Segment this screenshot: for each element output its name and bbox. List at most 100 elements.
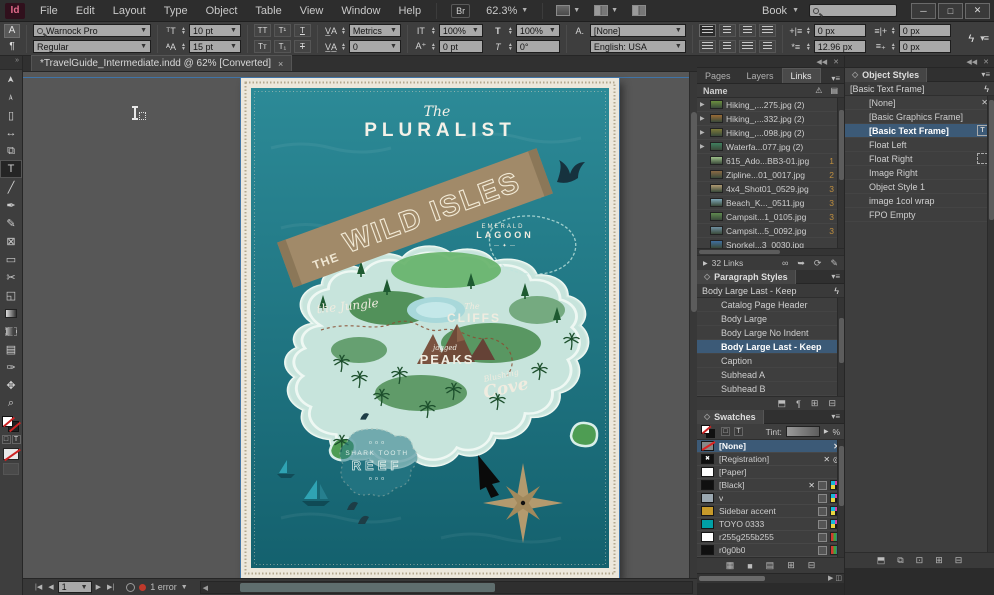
document-close-icon[interactable]: ×	[278, 59, 283, 69]
content-collector-tool[interactable]: ⧉	[0, 142, 22, 160]
tracking-field[interactable]: 0 ▼	[349, 40, 401, 53]
menu-help[interactable]: Help	[389, 2, 430, 20]
expand-icon[interactable]: ▶	[700, 129, 707, 136]
vertical-scale-field[interactable]: 100% ▼	[439, 24, 483, 37]
swatch-black[interactable]: [Black]✕	[697, 479, 844, 492]
menu-view[interactable]: View	[291, 2, 333, 20]
workspace-switcher[interactable]: Book ▼	[752, 5, 809, 17]
menu-window[interactable]: Window	[332, 2, 389, 20]
horizontal-scale-stepper[interactable]: ▲▼	[508, 27, 513, 35]
link-row-4x4-shot01-0529-jpg[interactable]: 4x4_Shot01_0529.jpg3	[697, 182, 844, 196]
tools-panel-collapse[interactable]: »	[0, 56, 22, 70]
paragraph-style-catalog-page-header[interactable]: Catalog Page Header	[697, 298, 844, 312]
formatting-affects-text-button[interactable]: T	[12, 435, 21, 444]
expand-icon[interactable]: ▶	[700, 143, 707, 150]
pencil-tool[interactable]: ✎	[0, 214, 22, 232]
language-field[interactable]: English: USA ▼	[590, 40, 686, 53]
justify-all-button[interactable]	[739, 40, 756, 53]
swatch-r255g255b255[interactable]: r255g255b255	[697, 531, 844, 544]
clear-overrides-icon[interactable]: ⧉	[897, 555, 903, 566]
object-style-image-right[interactable]: Image Right	[845, 166, 994, 180]
indent-last-line-field[interactable]: 0 px	[899, 40, 951, 53]
link-row-hiking-332-jpg-2[interactable]: ▶Hiking_,...332.jpg (2)	[697, 112, 844, 126]
kerning-field[interactable]: Metrics ▼	[349, 24, 401, 37]
new-swatch-icon[interactable]: ⊞	[787, 560, 795, 571]
paragraph-style-body-large-no-indent[interactable]: Body Large No Indent	[697, 326, 844, 340]
link-row-hiking-275-jpg-2[interactable]: ▶Hiking_,...275.jpg (2)	[697, 98, 844, 112]
gradient-swatch-tool[interactable]	[0, 304, 22, 322]
tab-pages[interactable]: Pages	[697, 69, 739, 83]
swatches-header[interactable]: ◇Swatches ▾≡	[697, 410, 844, 424]
links-scrollbar[interactable]	[837, 98, 844, 248]
align-right-button[interactable]	[739, 24, 756, 37]
preflight-status[interactable]: 1 error ▼	[126, 582, 187, 592]
direct-selection-tool[interactable]: ➢	[0, 88, 22, 106]
style-group-icon[interactable]: ⬒	[877, 555, 886, 566]
menu-file[interactable]: File	[31, 2, 67, 20]
fill-stroke-proxy[interactable]	[701, 425, 717, 439]
small-caps-button[interactable]: Tᴛ	[254, 40, 271, 53]
page-number-field[interactable]: 1 ▼	[58, 581, 92, 593]
formatting-affects-container-button[interactable]: □	[721, 427, 730, 436]
tab-links[interactable]: Links	[782, 68, 821, 83]
paragraph-style-caption[interactable]: Caption	[697, 354, 844, 368]
object-style-object-style-1[interactable]: Object Style 1	[845, 180, 994, 194]
swatch-registration[interactable]: [Registration]✕◎	[697, 453, 844, 466]
document-tab[interactable]: *TravelGuide_Intermediate.indd @ 62% [Co…	[31, 55, 292, 71]
object-style-fpo-empty[interactable]: FPO Empty	[845, 208, 994, 222]
hand-tool[interactable]: ✥	[0, 376, 22, 394]
clear-attributes-icon[interactable]: ⊡	[916, 555, 924, 566]
swatch-paper[interactable]: [Paper]	[697, 466, 844, 479]
document-page[interactable]: The PLURALIST THE WILD ISLES the Jungle	[241, 78, 619, 578]
justify-last-right-button[interactable]	[719, 40, 736, 53]
swatches-scrollbar[interactable]	[837, 440, 844, 557]
relink-icon[interactable]: ∞	[782, 258, 788, 268]
link-row-snorkel-3-0030-jpg[interactable]: Snorkel...3_0030.jpg	[697, 238, 844, 248]
links-horizontal-scrollbar[interactable]	[697, 248, 844, 255]
links-count[interactable]: ▶ 32 Links	[703, 258, 743, 268]
swatch-sidebar-accent[interactable]: Sidebar accent	[697, 505, 844, 518]
indent-left-field[interactable]: 0 px	[814, 24, 866, 37]
fill-swatch-none[interactable]	[2, 416, 13, 427]
indent-right-field[interactable]: 0 px	[899, 24, 951, 37]
quick-apply-icon[interactable]: ϟ	[962, 33, 980, 45]
search-input[interactable]	[809, 4, 897, 17]
panel-menu-icon[interactable]: ▾≡	[980, 33, 994, 44]
scroll-left-icon[interactable]: ◀	[203, 584, 208, 592]
fill-stroke-control[interactable]	[2, 416, 20, 432]
character-style-field[interactable]: [None] ▼	[590, 24, 686, 37]
scrollbar-thumb[interactable]	[989, 100, 994, 220]
panel-menu-icon[interactable]: ▾≡	[827, 412, 844, 421]
view-options-dropdown[interactable]: ▼	[549, 5, 587, 16]
close-panel-icon[interactable]: ✕	[983, 58, 989, 66]
menu-object[interactable]: Object	[197, 2, 247, 20]
align-left-button[interactable]	[699, 24, 716, 37]
delete-swatch-icon[interactable]: ⊟	[808, 560, 816, 571]
delete-style-icon[interactable]: ⊟	[828, 398, 836, 409]
menu-table[interactable]: Table	[246, 2, 290, 20]
font-style-field[interactable]: Regular ▼	[33, 40, 151, 53]
style-group-icon[interactable]: ⬒	[778, 398, 787, 409]
first-page-button[interactable]: |◀	[33, 583, 44, 591]
page-tool[interactable]: ▯	[0, 106, 22, 124]
indent-left-stepper[interactable]: ▲▼	[806, 27, 811, 35]
rectangle-tool[interactable]: ▭	[0, 250, 22, 268]
next-page-button[interactable]: ▶	[94, 583, 103, 591]
bridge-button[interactable]: Br	[451, 4, 470, 18]
zoom-level-dropdown[interactable]: 62.3% ▼	[478, 5, 536, 17]
baseline-shift-field[interactable]: 0 pt	[439, 40, 483, 53]
align-towards-spine-button[interactable]	[759, 40, 776, 53]
pen-tool[interactable]: ✒	[0, 196, 22, 214]
object-style-float-right[interactable]: Float Right	[845, 152, 994, 166]
maximize-button[interactable]: □	[938, 3, 963, 19]
paragraph-style-body-large-last-keep[interactable]: Body Large Last - Keep	[697, 340, 844, 354]
horizontal-scale-field[interactable]: 100% ▼	[516, 24, 560, 37]
leading-stepper[interactable]: ▲▼	[181, 43, 186, 51]
canvas-vertical-scrollbar[interactable]	[689, 72, 697, 578]
eyedropper-tool[interactable]: ✑	[0, 358, 22, 376]
panel-menu-icon[interactable]: ▾≡	[977, 70, 994, 79]
subscript-button[interactable]: T₁	[274, 40, 291, 53]
swatch-toyo-0333[interactable]: TOYO 0333	[697, 518, 844, 531]
menu-layout[interactable]: Layout	[104, 2, 155, 20]
swatch-none[interactable]: [None]✕	[697, 440, 844, 453]
